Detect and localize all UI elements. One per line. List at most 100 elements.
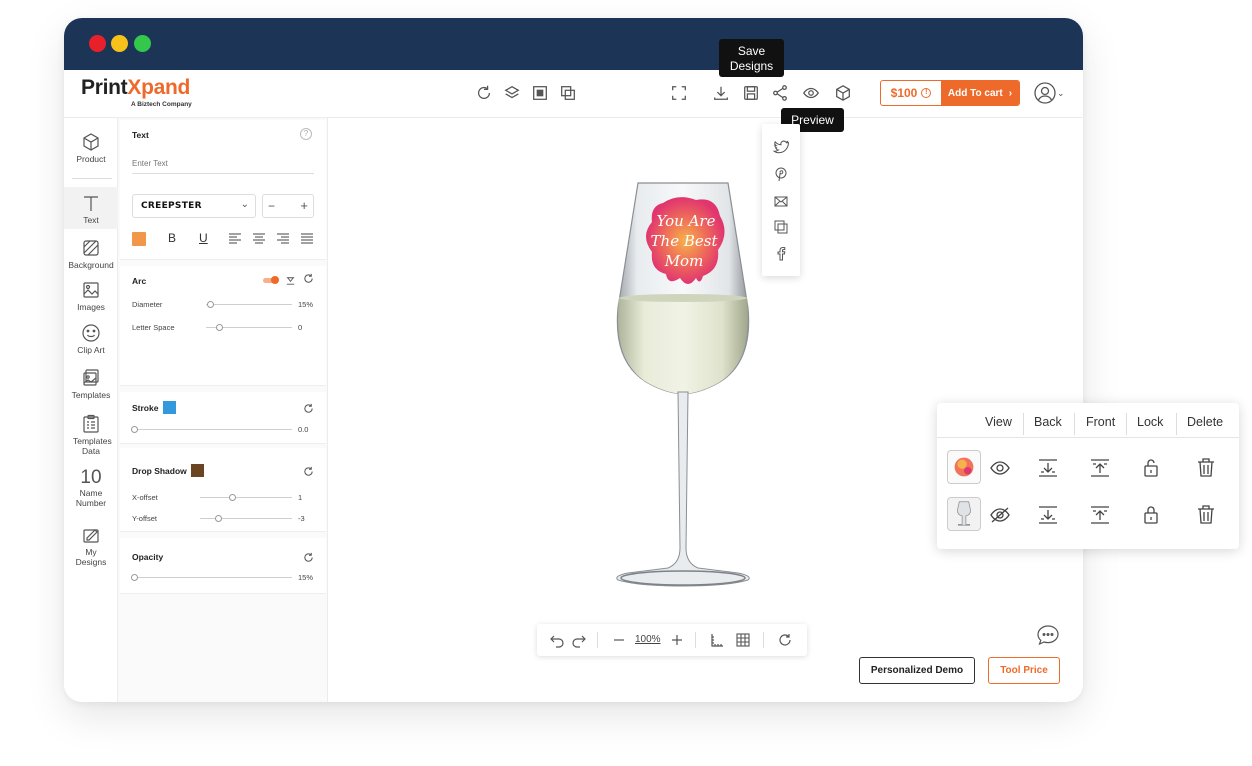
sidebar-item-product[interactable]: Product bbox=[64, 132, 118, 164]
zoom-in-icon[interactable] bbox=[669, 632, 685, 648]
fullscreen-icon[interactable] bbox=[670, 84, 688, 102]
trash-icon[interactable] bbox=[1195, 504, 1217, 524]
copy-icon[interactable] bbox=[773, 219, 789, 235]
left-sidebar: Product Text Background Images Clip Art … bbox=[64, 118, 118, 702]
stroke-color-swatch[interactable] bbox=[163, 401, 176, 414]
email-icon[interactable] bbox=[773, 193, 789, 209]
drop-shadow-card: Drop Shadow X-offset 1 Y-offset -3 bbox=[120, 448, 326, 532]
slider-knob[interactable] bbox=[131, 574, 138, 581]
personalized-demo-button[interactable]: Personalized Demo bbox=[859, 657, 975, 684]
save-icon[interactable] bbox=[742, 84, 760, 102]
sidebar-item-background[interactable]: Background bbox=[64, 238, 118, 270]
user-avatar-icon[interactable] bbox=[1034, 82, 1056, 104]
redo-icon[interactable] bbox=[571, 632, 587, 648]
x-offset-slider[interactable] bbox=[200, 494, 292, 501]
maximize-window-dot[interactable] bbox=[134, 35, 151, 52]
arc-flip-icon[interactable] bbox=[285, 273, 296, 285]
logo[interactable]: PrintXpand A Biztech Company bbox=[81, 76, 192, 108]
y-offset-slider[interactable] bbox=[200, 515, 292, 522]
reset-stroke-icon[interactable] bbox=[303, 403, 314, 414]
price-info-icon[interactable]: ! bbox=[921, 88, 932, 98]
design-thumb[interactable] bbox=[947, 450, 981, 484]
chevron-down-icon[interactable]: ⌄ bbox=[1057, 88, 1065, 99]
lock-icon[interactable] bbox=[1140, 504, 1162, 524]
send-back-icon[interactable] bbox=[1037, 505, 1059, 525]
zoom-out-icon[interactable] bbox=[611, 632, 627, 648]
add-to-cart-button[interactable]: Add To cart › bbox=[941, 81, 1019, 105]
text-color-swatch[interactable] bbox=[132, 232, 146, 246]
decrease-size-button[interactable]: − bbox=[268, 199, 275, 213]
tool-price-button[interactable]: Tool Price bbox=[988, 657, 1060, 684]
refresh-icon[interactable] bbox=[475, 84, 493, 102]
sidebar-item-images[interactable]: Images bbox=[64, 280, 118, 312]
chat-icon[interactable] bbox=[1036, 624, 1060, 646]
ruler-icon[interactable] bbox=[709, 632, 725, 648]
align-right-icon[interactable] bbox=[276, 232, 290, 246]
share-icon[interactable] bbox=[771, 84, 789, 102]
wine-glass-product[interactable]: You Are The Best Mom bbox=[608, 178, 758, 588]
design-text-line1[interactable]: You Are bbox=[657, 212, 716, 230]
sidebar-item-text[interactable]: Text bbox=[64, 187, 118, 229]
bring-front-icon[interactable] bbox=[1089, 458, 1111, 478]
trash-icon[interactable] bbox=[1195, 457, 1217, 477]
eye-icon[interactable] bbox=[989, 458, 1011, 478]
minimize-window-dot[interactable] bbox=[111, 35, 128, 52]
zoom-level[interactable]: 100% bbox=[635, 634, 661, 645]
undo-icon[interactable] bbox=[549, 632, 565, 648]
arc-toggle[interactable] bbox=[263, 276, 279, 284]
text-input[interactable] bbox=[132, 154, 314, 174]
sidebar-item-name-number[interactable]: 10 Name Number bbox=[64, 468, 118, 509]
align-left-icon[interactable] bbox=[228, 232, 242, 246]
sidebar-item-templates[interactable]: Templates bbox=[64, 368, 118, 400]
align-center-icon[interactable] bbox=[252, 232, 266, 246]
zoom-toolbar: 100% bbox=[537, 624, 807, 656]
arrange-back-icon[interactable] bbox=[559, 84, 577, 102]
twitter-icon[interactable] bbox=[773, 139, 789, 155]
letter-space-label: Letter Space bbox=[132, 323, 175, 332]
design-text-line2[interactable]: The Best bbox=[651, 232, 719, 250]
glass-thumb[interactable] bbox=[947, 497, 981, 531]
align-justify-icon[interactable] bbox=[300, 232, 314, 246]
slider-knob[interactable] bbox=[215, 324, 223, 331]
add-to-cart-label: Add To cart bbox=[947, 87, 1003, 99]
3d-view-icon[interactable] bbox=[834, 84, 852, 102]
stroke-slider[interactable] bbox=[131, 426, 292, 433]
slider-knob[interactable] bbox=[207, 301, 215, 308]
font-select[interactable]: CREEPSTER ⌄ bbox=[132, 194, 256, 218]
grid-icon[interactable] bbox=[735, 632, 751, 648]
price-display[interactable]: $100! bbox=[881, 81, 941, 105]
layers-icon[interactable] bbox=[503, 84, 521, 102]
sidebar-item-clip-art[interactable]: Clip Art bbox=[64, 323, 118, 355]
shadow-color-swatch[interactable] bbox=[191, 464, 204, 477]
reset-opacity-icon[interactable] bbox=[303, 552, 314, 563]
eye-off-icon[interactable] bbox=[989, 505, 1011, 525]
reset-shadow-icon[interactable] bbox=[303, 466, 314, 477]
increase-size-button[interactable]: + bbox=[300, 198, 308, 213]
opacity-title: Opacity bbox=[132, 552, 164, 562]
sidebar-item-templates-data[interactable]: Templates Data bbox=[64, 414, 118, 456]
arrange-front-icon[interactable] bbox=[531, 84, 549, 102]
letter-space-slider[interactable] bbox=[206, 324, 292, 331]
slider-knob[interactable] bbox=[131, 426, 138, 433]
unlock-icon[interactable] bbox=[1140, 457, 1162, 477]
opacity-slider[interactable] bbox=[131, 574, 292, 581]
download-icon[interactable] bbox=[712, 84, 730, 102]
close-window-dot[interactable] bbox=[89, 35, 106, 52]
bring-front-icon[interactable] bbox=[1089, 505, 1111, 525]
help-icon[interactable]: ? bbox=[300, 128, 312, 140]
design-text-line3[interactable]: Mom bbox=[664, 252, 704, 270]
bold-button[interactable]: B bbox=[168, 231, 176, 245]
send-back-icon[interactable] bbox=[1037, 458, 1059, 478]
reset-view-icon[interactable] bbox=[777, 632, 793, 648]
preview-icon[interactable] bbox=[802, 84, 820, 102]
slider-knob[interactable] bbox=[215, 515, 223, 522]
facebook-icon[interactable] bbox=[773, 245, 789, 261]
slider-knob[interactable] bbox=[229, 494, 237, 501]
font-size-stepper[interactable]: − + bbox=[262, 194, 314, 218]
diameter-slider[interactable] bbox=[206, 301, 292, 308]
pinterest-icon[interactable] bbox=[773, 166, 789, 182]
sidebar-item-my-designs[interactable]: My Designs bbox=[64, 525, 118, 567]
reset-arc-icon[interactable] bbox=[303, 273, 314, 284]
underline-button[interactable]: U bbox=[199, 231, 208, 245]
toolbar-divider bbox=[597, 632, 598, 648]
